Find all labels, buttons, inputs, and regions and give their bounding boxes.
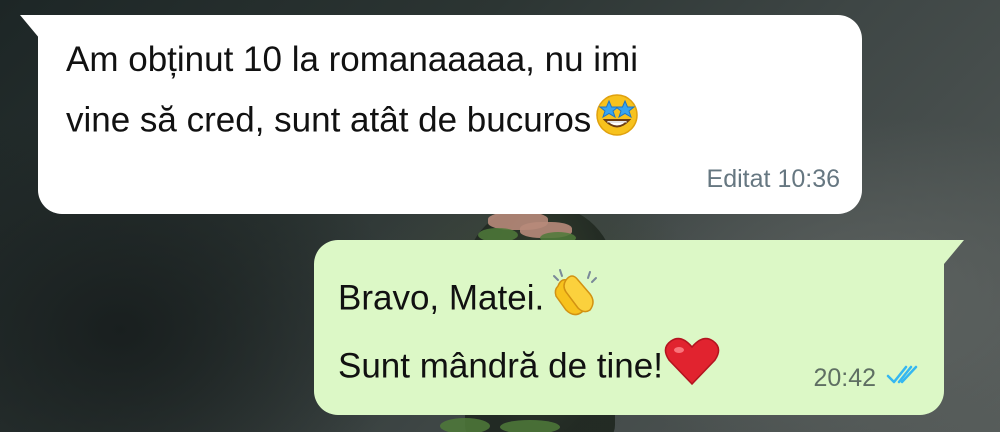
- message-text-line: Am obținut 10 la romanaaaaa, nu imi: [66, 40, 638, 79]
- message-time: 20:42: [813, 364, 876, 392]
- clapping-hands-emoji: [548, 266, 600, 334]
- message-text-line-content: vine să cred, sunt atât de bucuros: [66, 100, 592, 140]
- message-text-line: Sunt mândră de tine!: [338, 336, 721, 400]
- message-text-line: vine să cred, sunt atât de bucuros: [66, 93, 639, 151]
- star-struck-emoji: [595, 93, 639, 151]
- double-check-read-icon: [886, 353, 922, 403]
- message-time: 10:36: [777, 165, 840, 193]
- message-meta: 20:42: [813, 353, 922, 403]
- red-heart-emoji: [663, 336, 721, 400]
- message-meta: Editat 10:36: [707, 154, 840, 204]
- wallpaper-leaf: [440, 418, 490, 432]
- incoming-message-bubble[interactable]: Am obținut 10 la romanaaaaa, nu imi vine…: [20, 15, 862, 214]
- message-text-line: Bravo, Matei.: [338, 266, 600, 334]
- outgoing-message-bubble[interactable]: Bravo, Matei. Sunt mândră de tine! 20:42: [314, 240, 964, 415]
- wallpaper-leaf: [500, 420, 560, 432]
- edited-label: Editat: [706, 165, 771, 193]
- message-text-line-content: Bravo, Matei.: [338, 278, 545, 318]
- message-text-line-content: Sunt mândră de tine!: [338, 346, 663, 386]
